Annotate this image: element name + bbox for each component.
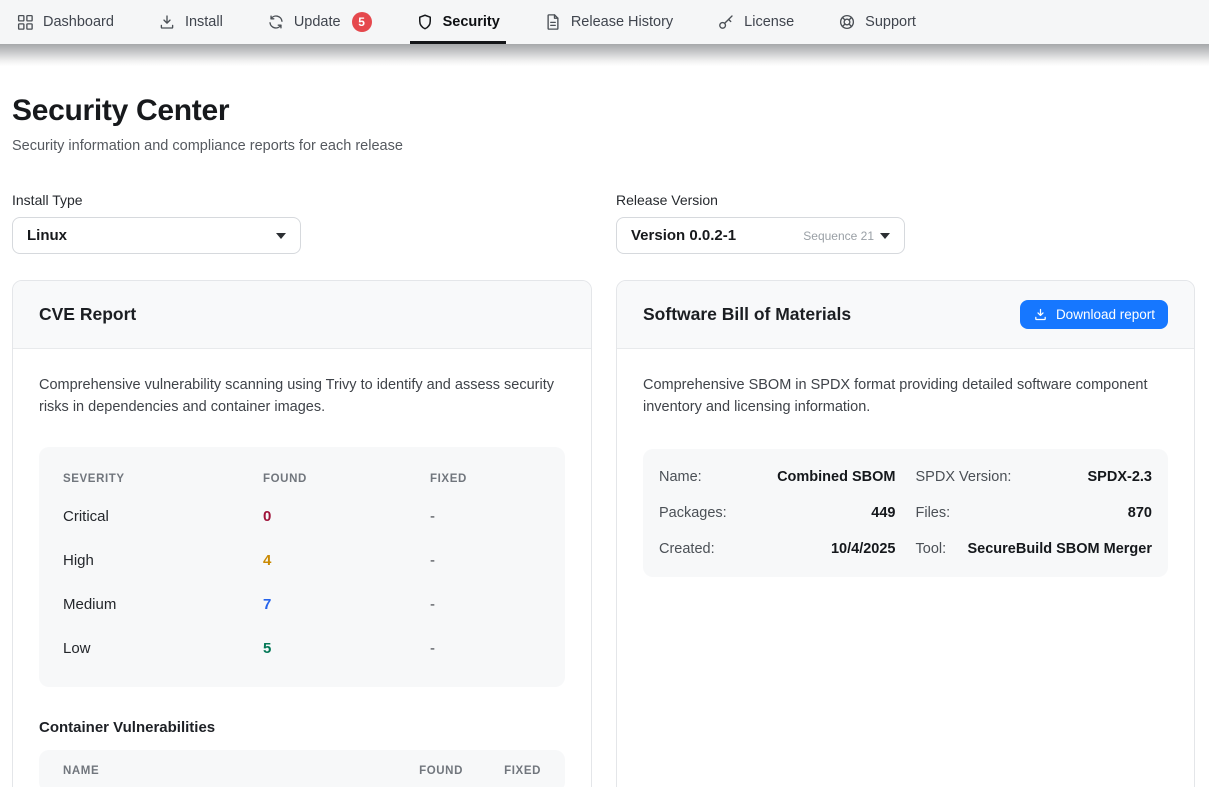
field-label: Packages: bbox=[659, 505, 727, 521]
install-type-label: Install Type bbox=[12, 192, 592, 208]
sbom-info-grid: Name: Combined SBOM SPDX Version: SPDX-2… bbox=[643, 449, 1168, 577]
severity-name: Low bbox=[63, 640, 263, 657]
main-content: Security Center Security information and… bbox=[0, 94, 1209, 787]
download-icon bbox=[158, 13, 176, 31]
key-icon bbox=[717, 13, 735, 31]
nav-label-install: Install bbox=[185, 14, 223, 30]
sbom-description: Comprehensive SBOM in SPDX format provid… bbox=[643, 375, 1168, 419]
severity-name: Critical bbox=[63, 508, 263, 525]
release-version-value: Version 0.0.2-1 bbox=[631, 227, 736, 244]
chevron-down-icon bbox=[276, 233, 286, 239]
page-subtitle: Security information and compliance repo… bbox=[12, 138, 1195, 154]
nav-label-license: License bbox=[744, 14, 794, 30]
nav-item-license[interactable]: License bbox=[717, 0, 794, 44]
severity-fixed-count: - bbox=[430, 596, 541, 613]
severity-table: SEVERITY FOUND FIXED Critical 0 - High 4… bbox=[39, 447, 565, 687]
update-count-badge: 5 bbox=[352, 12, 372, 32]
file-text-icon bbox=[544, 13, 562, 31]
header-shadow bbox=[0, 44, 1209, 66]
severity-fixed-count: - bbox=[430, 508, 541, 525]
severity-fixed-count: - bbox=[430, 552, 541, 569]
chevron-down-icon bbox=[880, 233, 890, 239]
field-value: SecureBuild SBOM Merger bbox=[967, 541, 1152, 557]
table-row: Low 5 - bbox=[63, 627, 541, 671]
nav-item-security[interactable]: Security bbox=[416, 0, 500, 44]
table-row: Critical 0 - bbox=[63, 495, 541, 539]
download-icon bbox=[1033, 307, 1048, 322]
nav-label-security: Security bbox=[443, 14, 500, 30]
install-type-select[interactable]: Linux bbox=[12, 217, 301, 254]
sbom-field-spdx-version: SPDX Version: SPDX-2.3 bbox=[916, 459, 1153, 495]
nav-label-release-history: Release History bbox=[571, 14, 673, 30]
filters-row: Install Type Linux Release Version Versi… bbox=[12, 192, 1195, 254]
install-type-value: Linux bbox=[27, 227, 67, 244]
cve-card-header: CVE Report bbox=[13, 281, 591, 349]
found-col-header: FOUND bbox=[263, 473, 430, 485]
cve-card-title: CVE Report bbox=[39, 304, 136, 325]
download-report-label: Download report bbox=[1056, 307, 1155, 322]
sbom-field-files: Files: 870 bbox=[916, 495, 1153, 531]
lifebuoy-icon bbox=[838, 13, 856, 31]
release-version-label: Release Version bbox=[616, 192, 1195, 208]
name-col-header: NAME bbox=[63, 765, 369, 777]
found-col-header: FOUND bbox=[401, 765, 463, 777]
field-value: 449 bbox=[871, 505, 895, 521]
sbom-card-body: Comprehensive SBOM in SPDX format provid… bbox=[617, 349, 1194, 603]
severity-table-header: SEVERITY FOUND FIXED bbox=[63, 459, 541, 495]
download-report-button[interactable]: Download report bbox=[1020, 300, 1168, 329]
shield-icon bbox=[416, 13, 434, 31]
table-row: Medium 7 - bbox=[63, 583, 541, 627]
sbom-card: Software Bill of Materials Download repo… bbox=[616, 280, 1195, 787]
fixed-col-header: FIXED bbox=[495, 765, 541, 777]
sbom-field-packages: Packages: 449 bbox=[659, 495, 896, 531]
field-value: Combined SBOM bbox=[777, 469, 895, 485]
severity-name: Medium bbox=[63, 596, 263, 613]
fixed-col-header: FIXED bbox=[430, 473, 541, 485]
cve-description: Comprehensive vulnerability scanning usi… bbox=[39, 375, 565, 419]
cards-row: CVE Report Comprehensive vulnerability s… bbox=[12, 280, 1195, 787]
field-label: Files: bbox=[916, 505, 951, 521]
field-label: Tool: bbox=[916, 541, 947, 557]
sbom-field-name: Name: Combined SBOM bbox=[659, 459, 896, 495]
severity-col-header: SEVERITY bbox=[63, 473, 263, 485]
cve-card-body: Comprehensive vulnerability scanning usi… bbox=[13, 349, 591, 787]
sequence-label: Sequence 21 bbox=[803, 229, 874, 243]
severity-found-count: 7 bbox=[263, 596, 430, 613]
severity-found-count: 5 bbox=[263, 640, 430, 657]
severity-fixed-count: - bbox=[430, 640, 541, 657]
field-value: SPDX-2.3 bbox=[1088, 469, 1152, 485]
page-title: Security Center bbox=[12, 94, 1195, 128]
field-value: 10/4/2025 bbox=[831, 541, 896, 557]
nav-item-dashboard[interactable]: Dashboard bbox=[16, 0, 114, 44]
sbom-card-title: Software Bill of Materials bbox=[643, 304, 851, 325]
release-version-group: Release Version Version 0.0.2-1 Sequence… bbox=[616, 192, 1195, 254]
nav-item-support[interactable]: Support bbox=[838, 0, 916, 44]
nav-item-install[interactable]: Install bbox=[158, 0, 223, 44]
nav-label-support: Support bbox=[865, 14, 916, 30]
severity-name: High bbox=[63, 552, 263, 569]
severity-found-count: 0 bbox=[263, 508, 430, 525]
nav-label-dashboard: Dashboard bbox=[43, 14, 114, 30]
sbom-field-created: Created: 10/4/2025 bbox=[659, 531, 896, 567]
table-row: High 4 - bbox=[63, 539, 541, 583]
field-label: Created: bbox=[659, 541, 715, 557]
nav-label-update: Update bbox=[294, 14, 341, 30]
field-value: 870 bbox=[1128, 505, 1152, 521]
release-version-select[interactable]: Version 0.0.2-1 Sequence 21 bbox=[616, 217, 905, 254]
top-nav: Dashboard Install Update 5 Security Rele… bbox=[0, 0, 1209, 44]
install-type-group: Install Type Linux bbox=[12, 192, 592, 254]
sbom-card-header: Software Bill of Materials Download repo… bbox=[617, 281, 1194, 349]
refresh-icon bbox=[267, 13, 285, 31]
severity-found-count: 4 bbox=[263, 552, 430, 569]
nav-item-release-history[interactable]: Release History bbox=[544, 0, 673, 44]
nav-item-update[interactable]: Update 5 bbox=[267, 0, 372, 44]
container-vulns-table-header: NAME FOUND FIXED bbox=[39, 750, 565, 787]
sbom-field-tool: Tool: SecureBuild SBOM Merger bbox=[916, 531, 1153, 567]
container-vulns-title: Container Vulnerabilities bbox=[39, 719, 565, 736]
field-label: Name: bbox=[659, 469, 702, 485]
field-label: SPDX Version: bbox=[916, 469, 1012, 485]
cve-report-card: CVE Report Comprehensive vulnerability s… bbox=[12, 280, 592, 787]
dashboard-icon bbox=[16, 13, 34, 31]
